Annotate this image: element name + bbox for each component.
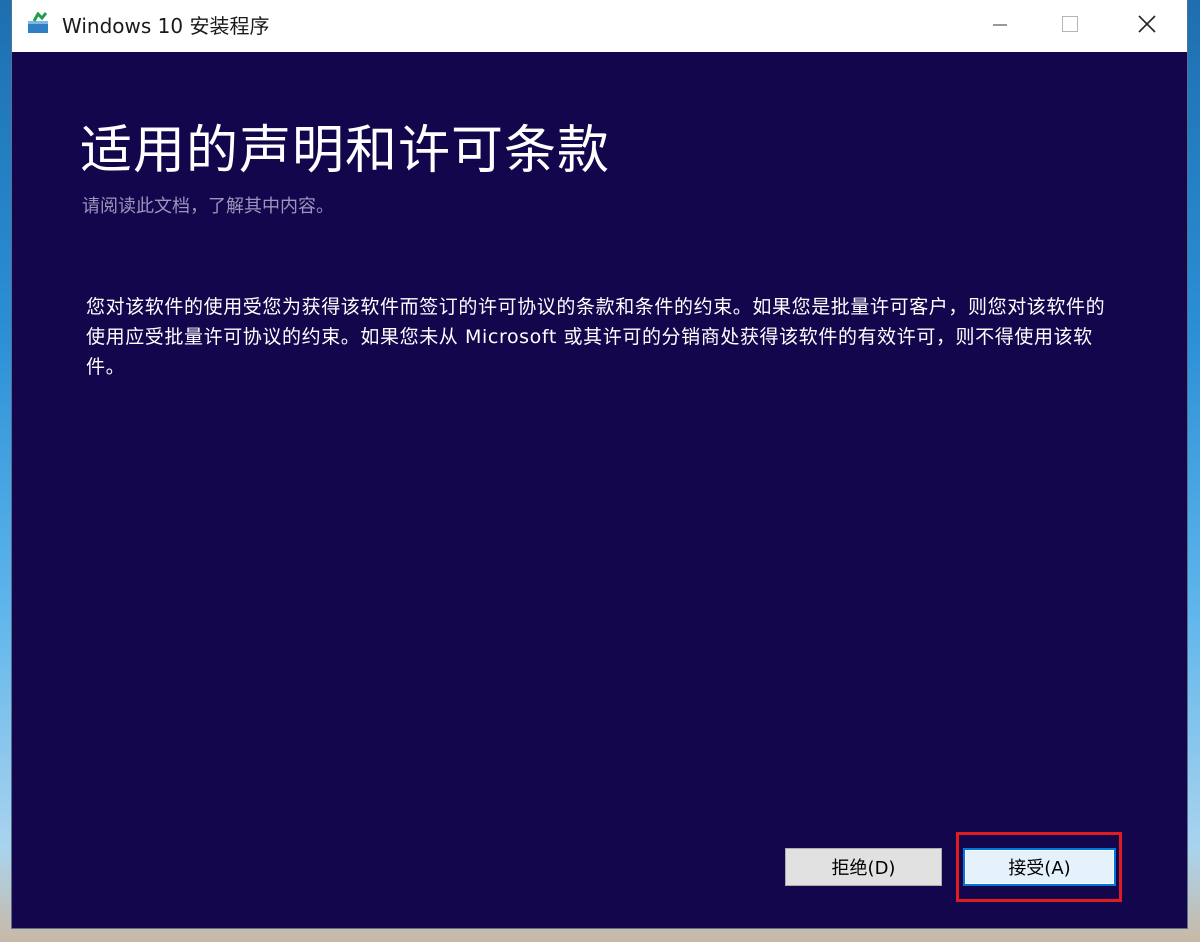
maximize-icon xyxy=(1062,16,1078,36)
page-title: 适用的声明和许可条款 xyxy=(80,121,611,181)
decline-button[interactable]: 拒绝(D) xyxy=(785,848,942,886)
maximize-button[interactable] xyxy=(1030,0,1110,52)
close-icon xyxy=(1138,15,1156,37)
title-bar[interactable]: Windows 10 安装程序 xyxy=(12,0,1187,52)
minimize-button[interactable] xyxy=(960,0,1040,52)
windows-setup-icon xyxy=(27,11,51,34)
setup-window: Windows 10 安装程序 适用的声明和许可条款 请阅读此文档，了解其中内容… xyxy=(12,0,1187,928)
minimize-icon xyxy=(993,17,1007,36)
window-title: Windows 10 安装程序 xyxy=(62,14,270,38)
page-subtitle: 请阅读此文档，了解其中内容。 xyxy=(82,196,334,217)
license-text: 您对该软件的使用受您为获得该软件而签订的许可协议的条款和条件的约束。如果您是批量… xyxy=(86,296,1106,378)
accept-highlight-box xyxy=(956,832,1122,902)
close-button[interactable] xyxy=(1107,0,1187,52)
